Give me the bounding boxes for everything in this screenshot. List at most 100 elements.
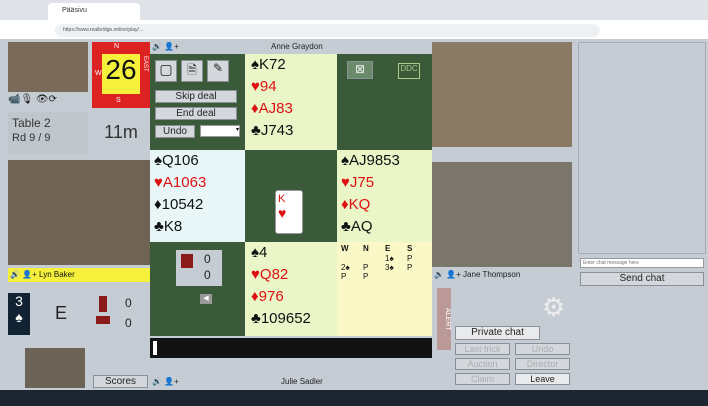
south-diamonds[interactable]: ♦976 xyxy=(245,286,337,308)
alert-button[interactable]: ALERT xyxy=(437,288,451,350)
browser-tab[interactable]: Pääsivu xyxy=(48,3,140,20)
leave-button[interactable]: Leave xyxy=(515,373,570,385)
last-trick-button[interactable]: Last trick xyxy=(455,343,510,355)
south-video xyxy=(25,348,85,388)
west-player-bar: 🔊 👤+ Lyn Baker xyxy=(8,268,150,282)
bid-header-e: E xyxy=(385,244,391,253)
chat-input-bar[interactable] xyxy=(150,338,432,358)
west-diamonds[interactable]: ♦10542 xyxy=(150,194,245,216)
north-spades[interactable]: ♠K72 xyxy=(245,54,337,76)
round-label: Rd 9 / 9 xyxy=(12,132,51,144)
trick-counter-icon xyxy=(95,296,111,332)
south-player-name: Julie Sadler xyxy=(281,377,323,386)
pen-icon[interactable]: ✎ xyxy=(207,60,229,82)
table-info: Table 2 Rd 9 / 9 xyxy=(8,112,88,154)
card-suit: ♥ xyxy=(278,205,287,221)
deal-number: 26 xyxy=(102,54,140,94)
played-card: K ♥ xyxy=(275,190,303,234)
bid-cell: P xyxy=(407,254,413,263)
east-video xyxy=(432,162,572,267)
west-hearts[interactable]: ♥A1063 xyxy=(150,172,245,194)
east-diamonds[interactable]: ♦KQ xyxy=(337,194,432,216)
contract-suit: ♠ xyxy=(15,309,23,325)
scores-button[interactable]: Scores xyxy=(93,375,148,388)
skip-deal-button[interactable]: Skip deal xyxy=(155,90,237,103)
bid-cell: P xyxy=(363,272,369,281)
url-field[interactable]: https://www.realbridge.online/play/… xyxy=(55,24,600,37)
director-button[interactable]: Director xyxy=(515,358,570,370)
table-bottom-left: 0 0 ◀ xyxy=(150,242,245,336)
document-icon[interactable]: 🗎 xyxy=(181,60,203,82)
east-spades[interactable]: ♠AJ9853 xyxy=(337,150,432,172)
east-label: EAST xyxy=(142,56,148,72)
trick-icon xyxy=(181,254,193,268)
bid-cell: 2♠ xyxy=(341,263,350,272)
time-remaining: 11m xyxy=(104,122,138,142)
west-clubs[interactable]: ♣K8 xyxy=(150,216,245,238)
table-label: Table 2 xyxy=(12,116,51,130)
north-label: N xyxy=(114,43,120,50)
east-player-name: Jane Thompson xyxy=(463,270,521,279)
bid-header-w: W xyxy=(341,244,349,253)
north-hearts[interactable]: ♥94 xyxy=(245,76,337,98)
south-label: S xyxy=(116,97,121,104)
bid-cell: P xyxy=(407,263,413,272)
gear-icon[interactable]: ⚙ xyxy=(542,292,565,323)
west-hand: ♠Q106 ♥A1063 ♦10542 ♣K8 xyxy=(150,150,245,242)
east-hand: ♠AJ9853 ♥J75 ♦KQ ♣AQ xyxy=(337,150,432,242)
bid-header-n: N xyxy=(363,244,369,253)
east-clubs[interactable]: ♣AQ xyxy=(337,216,432,238)
south-player-bar: 🔊 👤+ Julie Sadler xyxy=(150,375,432,389)
self-video xyxy=(8,42,88,92)
square-icon[interactable]: ▢ xyxy=(155,60,177,82)
west-spades[interactable]: ♠Q106 xyxy=(150,150,245,172)
chat-message-input[interactable] xyxy=(580,258,704,268)
north-diamonds[interactable]: ♦AJ83 xyxy=(245,98,337,120)
bid-cell: P xyxy=(341,272,347,281)
ns-tricks-lower: 0 xyxy=(125,296,132,310)
south-hand: ♠4 ♥Q82 ♦976 ♣109652 xyxy=(245,242,337,336)
south-clubs[interactable]: ♣109652 xyxy=(245,308,337,330)
table-center: K ♥ xyxy=(245,150,337,242)
tool-icons: ▢ 🗎 ✎ xyxy=(155,60,243,82)
claim-button[interactable]: Claim xyxy=(455,373,510,385)
back-arrow-icon[interactable]: ◀ xyxy=(200,294,212,304)
bidding-box: W N E S 1♠ P 2♠ P 3♠ P P P xyxy=(337,242,432,336)
deal-number-box: N W 26 EAST S xyxy=(92,42,150,108)
taskbar xyxy=(0,390,708,406)
contract-box: 3 ♠ xyxy=(8,293,30,335)
south-spades[interactable]: ♠4 xyxy=(245,242,337,264)
bid-header-s: S xyxy=(407,244,413,253)
chat-log xyxy=(578,42,706,254)
south-hearts[interactable]: ♥Q82 xyxy=(245,264,337,286)
west-label: W xyxy=(95,70,102,77)
bid-cell: 1♠ xyxy=(385,254,394,263)
north-clubs[interactable]: ♣J743 xyxy=(245,120,337,142)
ew-tricks-lower: 0 xyxy=(125,316,132,330)
bid-cell: 3♠ xyxy=(385,263,394,272)
undo-select[interactable]: ▾ xyxy=(200,125,240,137)
text-cursor xyxy=(153,341,157,355)
bid-cell: P xyxy=(363,263,369,272)
private-chat-button[interactable]: Private chat xyxy=(455,326,540,340)
ew-tricks: 0 xyxy=(204,268,211,282)
contract-level: 3 xyxy=(15,293,23,309)
undo-button[interactable]: Undo xyxy=(155,125,195,138)
video-controls[interactable]: 📹🎙 👁⟳ xyxy=(8,94,88,108)
card-rank: K xyxy=(278,193,286,205)
ns-tricks: 0 xyxy=(204,252,211,266)
north-player-name: Anne Graydon xyxy=(271,42,323,51)
north-hand: ♠K72 ♥94 ♦AJ83 ♣J743 xyxy=(245,54,337,150)
claim-icon[interactable]: ⊠ xyxy=(347,61,373,79)
east-hearts[interactable]: ♥J75 xyxy=(337,172,432,194)
ddc-icon[interactable]: DDC xyxy=(398,63,420,79)
undo-action-button[interactable]: Undo xyxy=(515,343,570,355)
end-deal-button[interactable]: End deal xyxy=(155,107,237,120)
north-video xyxy=(432,42,572,147)
west-video xyxy=(8,160,150,265)
trick-box: 0 0 xyxy=(176,250,222,286)
declarer: E xyxy=(55,303,68,323)
west-player-name: Lyn Baker xyxy=(39,270,75,279)
auction-button[interactable]: Auction xyxy=(455,358,510,370)
send-chat-button[interactable]: Send chat xyxy=(580,272,704,286)
